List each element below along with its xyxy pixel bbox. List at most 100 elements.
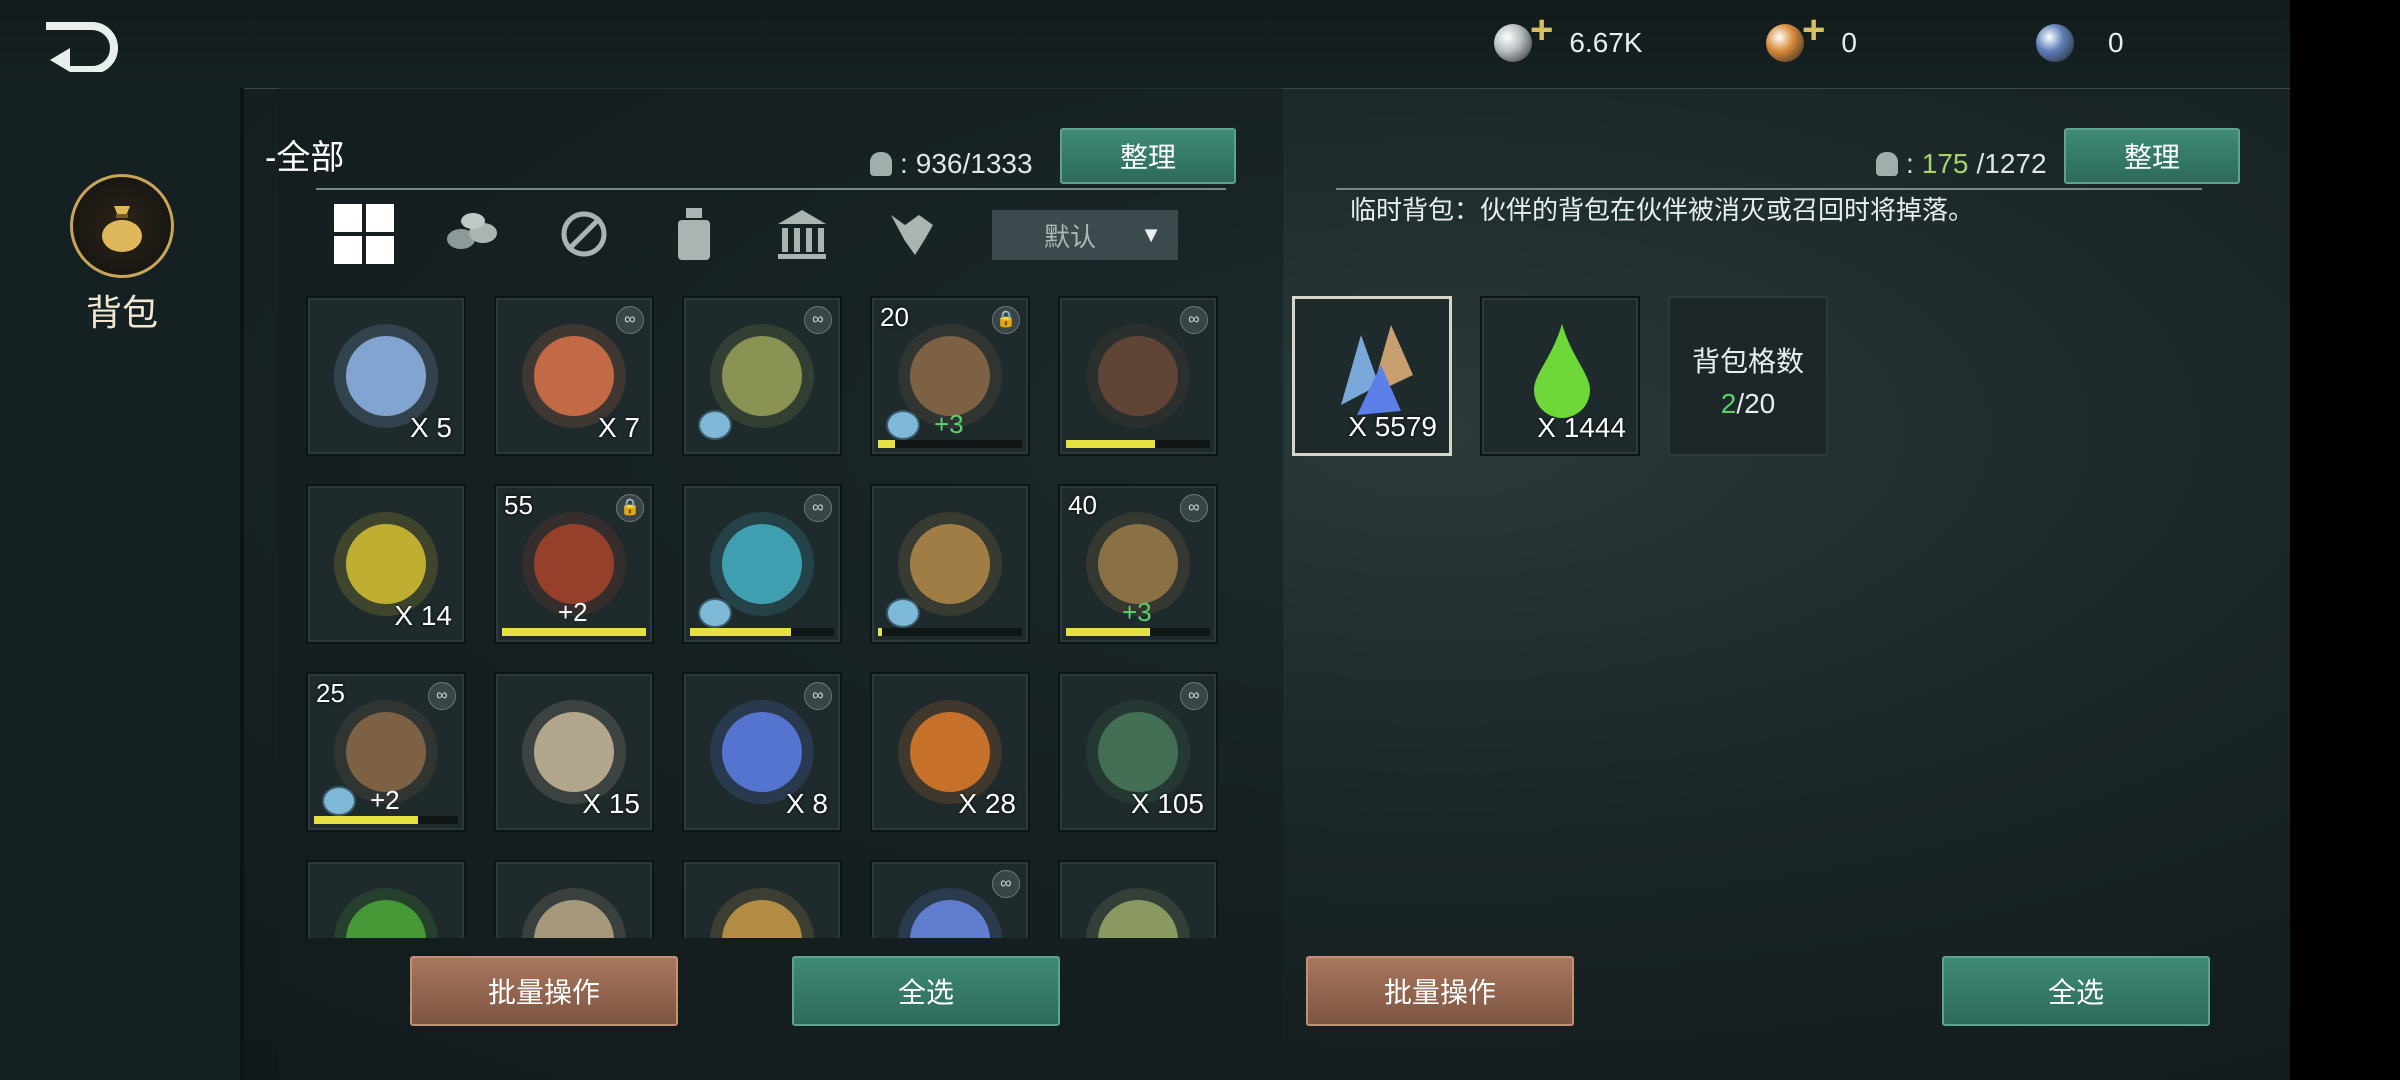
inventory-slot[interactable]: ∞ X 105 (1058, 672, 1218, 832)
materials-icon (447, 213, 497, 249)
sort-select[interactable]: 默认 ▼ (992, 210, 1178, 260)
inventory-slot[interactable]: ∞ (1058, 296, 1218, 456)
chevron-down-icon: ▼ (1140, 222, 1162, 247)
back-arrow-icon (46, 22, 118, 74)
inventory-slot[interactable]: X 28 (870, 672, 1030, 832)
inventory-slot[interactable]: 20 🔒 +3 (870, 296, 1030, 456)
top-bar (0, 0, 2290, 89)
temp-bag-description: 临时背包：伙伴的背包在伙伴被消灭或召回时将掉落。 (1350, 195, 1975, 225)
item-quantity: X 5579 (1348, 411, 1437, 442)
bread-icon (710, 888, 814, 938)
add-silver-icon[interactable]: + (1530, 10, 1553, 50)
item-bonus: +2 (370, 785, 400, 815)
durability-bar (314, 816, 458, 824)
inventory-slot[interactable] (682, 860, 842, 938)
durability-fill (690, 628, 791, 636)
link-icon: ∞ (804, 306, 832, 334)
item-quantity: X 14 (394, 600, 452, 631)
filter-equipment[interactable] (552, 202, 616, 266)
silver-coin-icon (1494, 24, 1532, 62)
bag-tab[interactable] (70, 174, 174, 278)
creature-icon (891, 215, 933, 255)
boots-icon (1086, 324, 1190, 428)
potion-icon (1086, 888, 1190, 938)
add-gold-icon[interactable]: + (1802, 10, 1825, 50)
filter-buildings[interactable] (770, 202, 834, 266)
inventory-slot[interactable]: 25 ∞ +2 (306, 672, 466, 832)
durability-fill (878, 440, 896, 448)
right-batch-button[interactable]: 批量操作 (1306, 956, 1574, 1026)
green-leaf-icon (334, 888, 438, 938)
inventory-slot[interactable] (870, 484, 1030, 644)
inventory-slot[interactable]: ∞ X 8 (682, 672, 842, 832)
left-divider (316, 188, 1226, 190)
durability-fill (1066, 440, 1156, 448)
link-icon: ∞ (1180, 494, 1208, 522)
weight-icon (1876, 152, 1898, 176)
inventory-slot[interactable]: 55 🔒 +2 (494, 484, 654, 644)
grid-all-icon (334, 204, 394, 264)
temp-item-slot[interactable]: X 5579 (1292, 296, 1452, 456)
currency-gold[interactable]: + 0 (1766, 10, 1857, 62)
link-icon: ∞ (616, 306, 644, 334)
filter-all[interactable] (332, 202, 396, 266)
inventory-slot[interactable] (494, 860, 654, 938)
right-capacity-used: 175 (1921, 148, 1969, 179)
durability-bar (878, 440, 1022, 448)
screen-edge (2290, 0, 2400, 1080)
filter-consumables[interactable] (662, 202, 726, 266)
item-quantity: X 1444 (1537, 412, 1626, 443)
inventory-slot[interactable]: 40 ∞ +3 (1058, 484, 1218, 644)
right-capacity-total: /1272 (1976, 148, 2047, 179)
feather-icon (522, 888, 626, 938)
right-capacity-sep: : (1906, 148, 1914, 179)
link-icon: ∞ (1180, 306, 1208, 334)
back-button[interactable] (40, 16, 120, 74)
inventory-slot[interactable]: ∞ (870, 860, 1030, 938)
left-sort-button[interactable]: 整理 (1060, 128, 1236, 184)
item-level: 55 (504, 490, 533, 520)
category-title: -全部 (265, 139, 345, 177)
item-quantity: X 5 (409, 412, 452, 443)
shirt-icon (698, 410, 732, 440)
right-select-all-button[interactable]: 全选 (1942, 956, 2210, 1026)
inventory-slot[interactable]: ∞ X 7 (494, 296, 654, 456)
left-capacity-value: 936/1333 (915, 148, 1033, 179)
durability-bar (878, 628, 1022, 636)
inventory-slot[interactable]: ∞ (682, 484, 842, 644)
item-bonus: +3 (1122, 597, 1152, 627)
no-weapon-icon (561, 211, 607, 257)
ice-crystal-icon (898, 888, 1002, 938)
filter-creatures[interactable] (880, 202, 944, 266)
inventory-slot[interactable]: X 5 (306, 296, 466, 456)
bag-slot-total: /20 (1736, 388, 1776, 419)
currency-silver[interactable]: + 6.67K (1494, 10, 1643, 62)
gold-amount: 0 (1841, 27, 1857, 58)
right-sort-button[interactable]: 整理 (2064, 128, 2240, 184)
inventory-slot[interactable]: X 14 (306, 484, 466, 644)
currency-gem: 0 (2036, 24, 2124, 62)
left-select-all-button[interactable]: 全选 (792, 956, 1060, 1026)
link-icon: ∞ (428, 682, 456, 710)
building-icon (778, 210, 826, 259)
weight-icon (870, 152, 892, 176)
filter-materials[interactable] (440, 202, 504, 266)
left-batch-button[interactable]: 批量操作 (410, 956, 678, 1026)
shirt-icon (886, 410, 920, 440)
green-essence-icon (1534, 324, 1590, 418)
inventory-slot[interactable] (1058, 860, 1218, 938)
item-bonus: +2 (558, 597, 588, 627)
item-level: 20 (880, 302, 909, 332)
item-level: 40 (1068, 490, 1097, 520)
inventory-slot[interactable] (306, 860, 466, 938)
inventory-slot[interactable]: X 15 (494, 672, 654, 832)
link-icon: ∞ (1180, 682, 1208, 710)
link-icon: ∞ (804, 494, 832, 522)
shirt-icon (322, 786, 356, 816)
inventory-slot[interactable]: ∞ (682, 296, 842, 456)
lock-icon: 🔒 (992, 306, 1020, 334)
durability-bar (502, 628, 646, 636)
globe-gem-icon (2036, 24, 2074, 62)
bag-slot-label: 背包格数 (1691, 346, 1804, 377)
temp-item-slot[interactable]: X 1444 (1480, 296, 1640, 456)
